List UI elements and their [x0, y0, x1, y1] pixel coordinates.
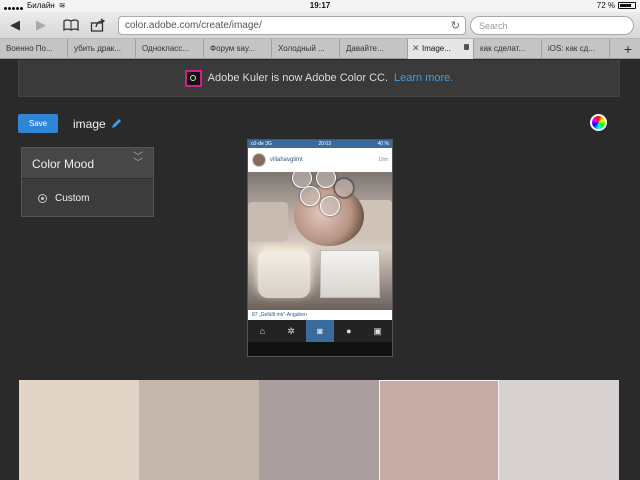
learn-more-link[interactable]: Learn more.: [394, 72, 453, 84]
photo-tab-bar: ⌂ ✲ ◙ ● ▣: [248, 320, 392, 342]
browser-tab[interactable]: Давайте...: [340, 39, 408, 59]
color-wheel-icon[interactable]: [590, 114, 607, 131]
tab-label: убить драк...: [74, 44, 121, 53]
adobe-color-logo-icon: [184, 69, 202, 87]
color-sampler-handle[interactable]: [320, 196, 340, 216]
close-icon[interactable]: ✕: [412, 43, 420, 54]
pencil-edit-icon[interactable]: [110, 118, 122, 130]
tab-label: iOS: как сд...: [548, 44, 595, 53]
reload-icon[interactable]: ↻: [451, 19, 460, 32]
lock-icon: [464, 44, 469, 50]
back-arrow-icon[interactable]: ◀: [6, 17, 24, 33]
tab-label: Холодный ...: [278, 44, 325, 53]
mood-option-label: Custom: [55, 192, 90, 204]
explore-icon: ✲: [287, 325, 295, 336]
tab-label: Давайте...: [346, 44, 384, 53]
uploaded-image: o2-de 3G 20:03 40 % villahavglimt 19m 87…: [247, 139, 393, 357]
banner-text: Adobe Kuler is now Adobe Color CC.: [207, 72, 389, 84]
browser-tab[interactable]: iOS: как сд...: [542, 39, 610, 59]
browser-tab[interactable]: Военно По...: [0, 39, 68, 59]
color-swatch[interactable]: [139, 380, 259, 480]
address-bar[interactable]: color.adobe.com/create/image/ ↻: [118, 16, 466, 35]
photo-status-bar: o2-de 3G 20:03 40 %: [248, 140, 392, 148]
browser-tab[interactable]: как сделат...: [474, 39, 542, 59]
camera-icon: ◙: [305, 320, 335, 342]
color-swatch[interactable]: [379, 380, 499, 480]
announcement-banner: Adobe Kuler is now Adobe Color CC. Learn…: [18, 60, 620, 97]
color-swatch[interactable]: [499, 380, 619, 480]
tab-label: как сделат...: [480, 44, 526, 53]
profile-icon: ▣: [373, 325, 382, 336]
status-bar: Билайн ≋ 19:17 72 %: [0, 0, 640, 12]
radio-icon[interactable]: [38, 193, 47, 203]
search-input[interactable]: Search: [470, 16, 634, 35]
photo-username: villahavglimt: [270, 157, 303, 163]
theme-name[interactable]: image: [73, 117, 106, 131]
browser-tab[interactable]: Однокласс...: [136, 39, 204, 59]
avatar: [252, 153, 266, 167]
tab-label: Однокласс...: [142, 44, 189, 53]
color-sampler-handle[interactable]: [300, 186, 320, 206]
save-button[interactable]: Save: [18, 114, 58, 133]
browser-toolbar: ◀ ▶ color.adobe.com/create/image/ ↻ Sear…: [0, 12, 640, 39]
photo-image: [248, 172, 392, 310]
tab-label: Image...: [422, 44, 451, 53]
photo-post-header: villahavglimt 19m: [248, 148, 392, 172]
battery-icon: [618, 2, 636, 9]
browser-tab[interactable]: Форум say...: [204, 39, 272, 59]
tab-bar: Военно По... убить драк... Однокласс... Фор…: [0, 39, 640, 59]
photo-status-network: 3G: [265, 141, 272, 147]
photo-likes: 87 „Gefällt mir“-Angaben: [248, 310, 392, 320]
color-swatch[interactable]: [19, 380, 139, 480]
color-mood-header[interactable]: Color Mood ﹀ ﹀: [22, 148, 153, 179]
page-content: Adobe Kuler is now Adobe Color CC. Learn…: [0, 60, 640, 480]
photo-status-carrier: o2-de: [251, 141, 264, 147]
color-sampler-handle[interactable]: [334, 178, 354, 198]
bookmarks-book-icon[interactable]: [62, 17, 80, 33]
share-icon[interactable]: [89, 17, 107, 33]
photo-status-battery: 40 %: [377, 141, 389, 147]
status-time: 19:17: [309, 1, 331, 10]
tab-label: Военно По...: [6, 44, 53, 53]
home-icon: ⌂: [259, 326, 266, 336]
mood-option-custom[interactable]: Custom: [22, 179, 153, 217]
browser-tab[interactable]: убить драк...: [68, 39, 136, 59]
tab-label: Форум say...: [210, 44, 256, 53]
photo-status-time: 20:03: [318, 141, 331, 147]
photo-time: 19m: [378, 157, 388, 163]
activity-icon: ●: [346, 326, 352, 336]
browser-tab[interactable]: ✕ Image...: [408, 39, 474, 59]
chevron-down-icon[interactable]: ﹀ ﹀: [133, 153, 143, 169]
browser-tab[interactable]: Холодный ...: [272, 39, 340, 59]
color-mood-title: Color Mood: [32, 157, 95, 171]
battery-percent: 72 %: [596, 1, 615, 10]
color-swatches: [19, 380, 619, 480]
color-swatch[interactable]: [259, 380, 379, 480]
color-mood-panel: Color Mood ﹀ ﹀ Custom: [21, 147, 154, 217]
new-tab-button[interactable]: +: [616, 39, 640, 59]
url-text: color.adobe.com/create/image/: [125, 20, 262, 31]
forward-arrow-icon[interactable]: ▶: [32, 17, 50, 33]
